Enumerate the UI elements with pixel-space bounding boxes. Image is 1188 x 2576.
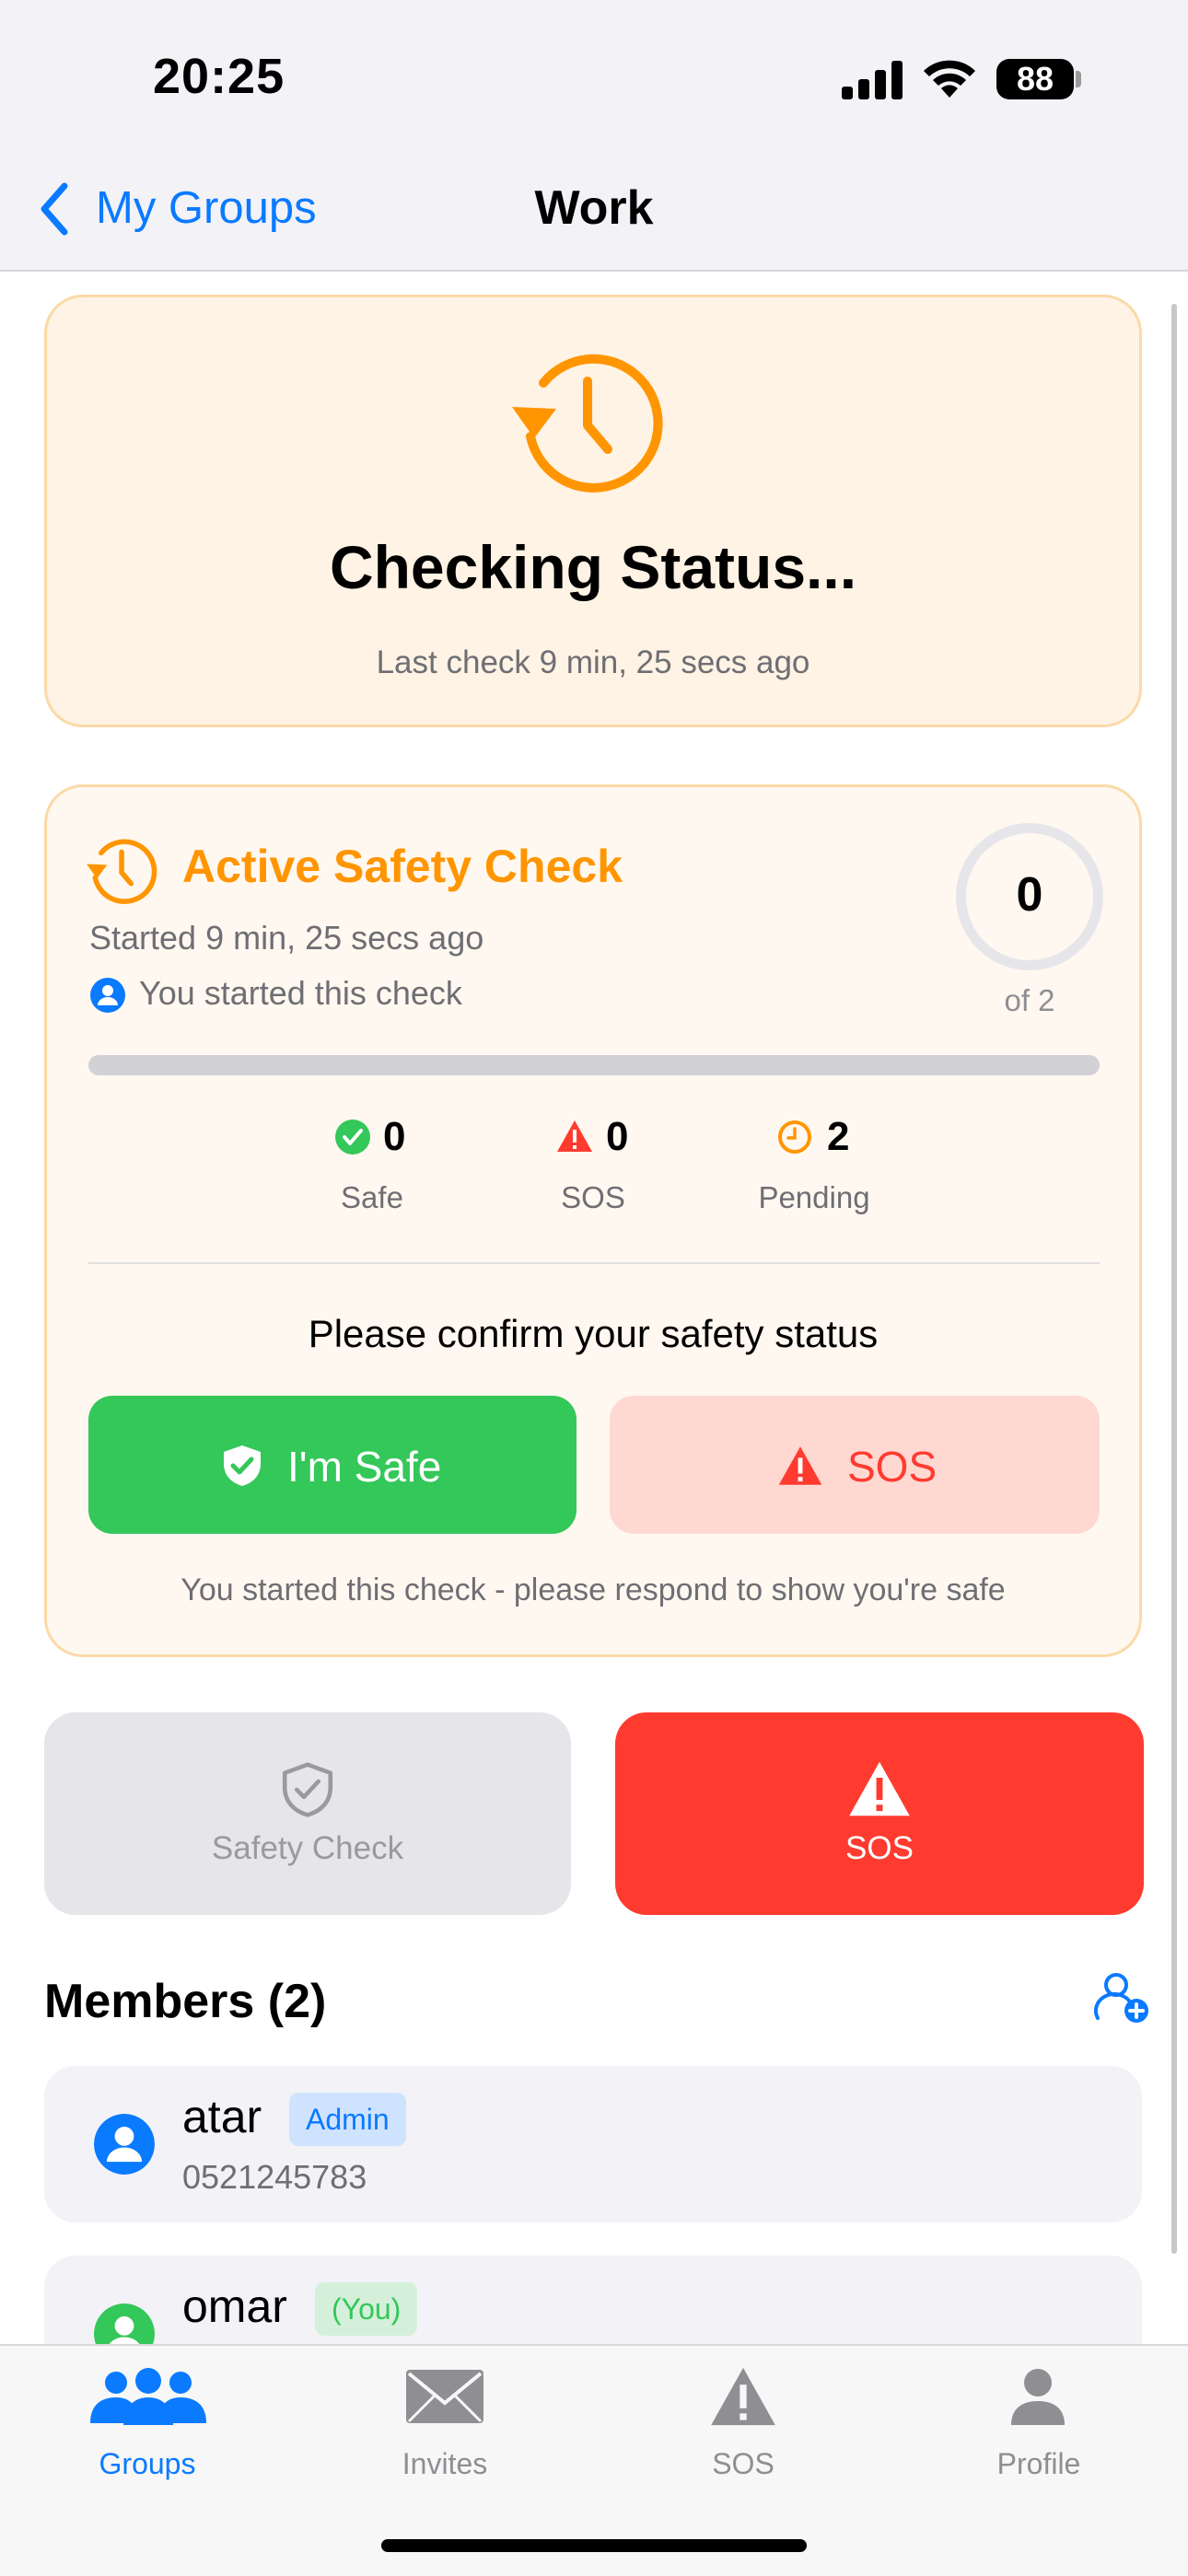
avatar-icon — [94, 2114, 155, 2175]
divider — [88, 1262, 1100, 1264]
respond-note: You started this check - please respond … — [181, 1572, 1006, 1607]
wifi-icon — [924, 60, 975, 98]
admin-badge: Admin — [289, 2093, 406, 2146]
person-icon[interactable] — [1009, 2368, 1066, 2427]
envelope-icon[interactable] — [405, 2368, 484, 2425]
pending-count: 2 — [827, 1114, 850, 1159]
safe-count: 0 — [383, 1114, 406, 1159]
clock-icon — [778, 1120, 811, 1154]
member-name: omar — [182, 2280, 287, 2332]
clock-history-icon — [512, 354, 663, 493]
shield-check-icon — [282, 1762, 333, 1817]
warning-triangle-icon — [849, 1761, 910, 1816]
battery-cap — [1076, 71, 1081, 87]
response-progress-bar — [88, 1055, 1100, 1075]
member-phone: 0521245783 — [182, 2158, 367, 2196]
tab-invites[interactable]: Invites — [344, 2447, 546, 2481]
last-check-text: Last check 9 min, 25 secs ago — [376, 644, 810, 680]
cellular-signal-icon — [842, 61, 903, 99]
home-indicator[interactable] — [381, 2539, 807, 2552]
you-badge: (You) — [315, 2282, 418, 2336]
tab-groups[interactable]: Groups — [46, 2447, 249, 2481]
sos-label[interactable]: SOS — [615, 1830, 1144, 1867]
member-name: atar — [182, 2091, 262, 2142]
clock-history-icon — [87, 839, 157, 904]
shield-check-icon — [224, 1445, 261, 1486]
safe-label: Safe — [341, 1180, 403, 1214]
person-circle-icon — [90, 978, 125, 1013]
status-time: 20:25 — [153, 49, 285, 104]
scrollbar[interactable] — [1171, 304, 1177, 2254]
sos-label: SOS — [561, 1180, 625, 1214]
groups-icon[interactable] — [88, 2368, 208, 2427]
safety-check-label[interactable]: Safety Check — [44, 1830, 571, 1867]
pending-label: Pending — [758, 1180, 870, 1214]
warning-triangle-icon[interactable] — [709, 2366, 777, 2427]
warning-triangle-icon — [557, 1120, 592, 1152]
warning-triangle-icon — [778, 1446, 822, 1485]
status-title: Checking Status... — [329, 533, 857, 601]
active-check-title: Active Safety Check — [182, 841, 623, 892]
im-safe-label[interactable]: I'm Safe — [287, 1442, 619, 1491]
page-title: Work — [534, 181, 654, 235]
sos-respond-label[interactable]: SOS — [847, 1442, 937, 1491]
response-total: of 2 — [1004, 983, 1055, 1017]
response-count: 0 — [1016, 868, 1043, 922]
battery-indicator: 88 — [996, 59, 1074, 99]
check-started-text: Started 9 min, 25 secs ago — [89, 919, 484, 957]
sos-count: 0 — [606, 1114, 629, 1159]
members-title: Members (2) — [44, 1975, 327, 2028]
check-starter-text: You started this check — [139, 974, 462, 1012]
add-member-icon[interactable] — [1094, 1970, 1151, 2025]
checkmark-circle-icon — [335, 1120, 370, 1155]
confirm-prompt: Please confirm your safety status — [308, 1312, 879, 1355]
tab-sos[interactable]: SOS — [642, 2447, 844, 2481]
tab-profile[interactable]: Profile — [938, 2447, 1140, 2481]
